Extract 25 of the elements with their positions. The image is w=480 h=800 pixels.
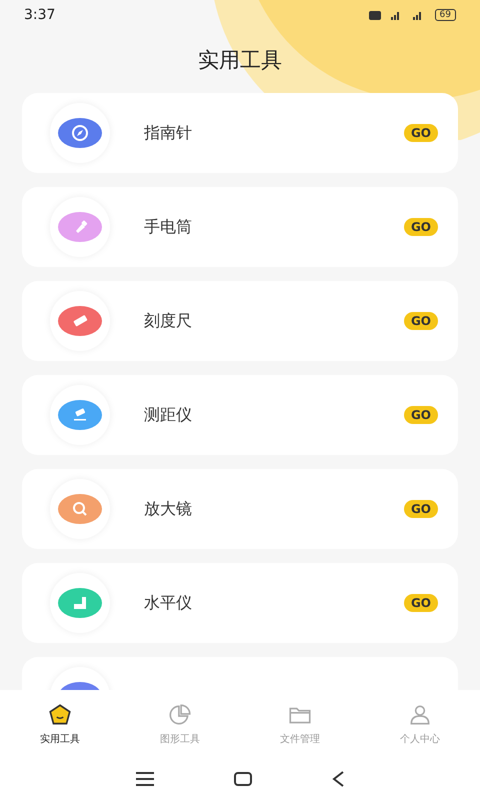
go-button[interactable]: GO [404,594,438,612]
tool-label: 水平仪 [144,592,193,614]
tool-card[interactable]: 测距仪 GO [22,375,458,455]
tool-card[interactable]: 水平仪 GO [22,563,458,643]
home-icon[interactable] [234,772,252,786]
go-button[interactable]: GO [404,312,438,330]
tool-label: 测距仪 [144,404,193,426]
go-button[interactable]: GO [404,406,438,424]
tool-label: 手电筒 [144,216,193,238]
tool-label: 指南针 [144,122,193,144]
back-icon[interactable] [332,771,344,787]
go-button[interactable]: GO [404,124,438,142]
go-button[interactable]: GO [404,218,438,236]
tool-card[interactable]: 手电筒 GO [22,187,458,267]
tool-label: 刻度尺 [144,310,193,332]
tool-card[interactable]: 指南针 GO [22,93,458,173]
battery-level: 69 [434,9,456,21]
nav-tab[interactable]: 实用工具 [0,690,120,758]
tool-label: 放大镜 [144,498,193,520]
go-button[interactable]: GO [404,500,438,518]
page-title: 实用工具 [198,47,282,74]
tool-card[interactable]: 刻度尺 GO [22,281,458,361]
menu-icon[interactable] [136,772,154,786]
status-time: 3:37 [24,7,56,23]
tool-card[interactable]: 放大镜 GO [22,469,458,549]
